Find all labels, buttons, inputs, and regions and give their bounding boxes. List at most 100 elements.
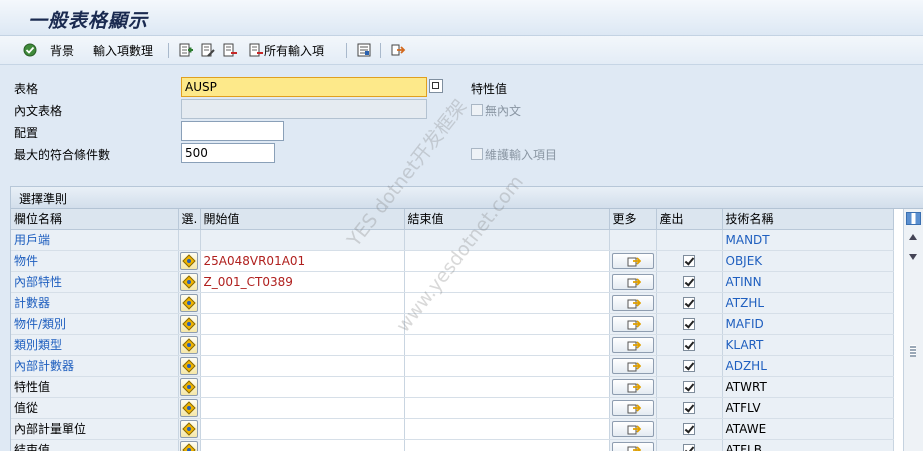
delete-entry-button[interactable] [222, 41, 238, 59]
from-value-input[interactable] [200, 397, 405, 419]
column-header-to[interactable]: 結束值 [404, 209, 610, 230]
print-list-button[interactable] [356, 41, 372, 59]
output-checkbox[interactable] [683, 297, 695, 309]
output-checkbox[interactable] [683, 255, 695, 267]
output-checkbox[interactable] [683, 276, 695, 288]
from-value-input[interactable] [200, 439, 405, 451]
table-input[interactable]: AUSP [181, 77, 427, 97]
scroll-down-icon[interactable] [909, 254, 917, 260]
column-header-output[interactable]: 產出 [656, 209, 723, 230]
from-value-input[interactable] [200, 355, 405, 377]
from-value-input[interactable]: Z_001_CT0389 [200, 271, 405, 293]
multiple-selection-button[interactable] [611, 336, 654, 353]
select-options-button[interactable] [180, 314, 198, 333]
select-options-icon [182, 295, 196, 310]
change-entry-button[interactable] [200, 41, 216, 59]
multiple-selection-button[interactable] [611, 441, 654, 451]
output-checkbox[interactable] [683, 423, 695, 435]
select-options-button[interactable] [180, 251, 198, 270]
output-checkbox[interactable] [683, 318, 695, 330]
output-checkbox[interactable] [683, 360, 695, 372]
execute-button[interactable] [22, 41, 38, 59]
column-header-tech-name[interactable]: 技術名稱 [722, 209, 894, 230]
vertical-scrollbar[interactable] [903, 209, 923, 451]
select-options-icon [182, 274, 196, 289]
row-output-cell [656, 355, 723, 377]
output-checkbox[interactable] [683, 339, 695, 351]
selection-criteria-panel: 選擇準則 欄位名稱 選. 開始值 結束值 更多 產出 技術名稱 用戶端 MANDT… [10, 186, 923, 451]
multiple-selection-button[interactable] [611, 357, 654, 374]
all-entries-button[interactable]: 所有輸入項 [248, 41, 324, 59]
row-output-cell [656, 397, 723, 419]
row-more-cell [609, 376, 657, 398]
column-header-field-name[interactable]: 欄位名稱 [11, 209, 179, 230]
from-value-input[interactable] [200, 292, 405, 314]
no-text-checkbox[interactable] [471, 104, 483, 116]
multiple-selection-icon [627, 445, 641, 451]
create-entry-button[interactable] [178, 41, 194, 59]
multiple-selection-button[interactable] [611, 315, 654, 332]
from-value-input[interactable] [200, 418, 405, 440]
number-of-entries-button[interactable]: 輸入項數理 [93, 41, 153, 59]
to-value-input[interactable] [404, 334, 610, 356]
to-value-input[interactable] [404, 271, 610, 293]
to-value-input[interactable] [404, 292, 610, 314]
to-value-input[interactable] [404, 355, 610, 377]
select-options-button[interactable] [180, 440, 198, 451]
select-options-button[interactable] [180, 398, 198, 417]
max-hits-input[interactable]: 500 [181, 143, 275, 163]
column-header-sel[interactable]: 選. [178, 209, 201, 230]
background-button[interactable]: 背景 [50, 41, 74, 59]
table-row: 物件 25A048VR01A01 OBJEK [11, 250, 894, 272]
search-help-button[interactable] [429, 79, 443, 93]
output-checkbox[interactable] [683, 444, 695, 451]
scroll-up-icon[interactable] [909, 234, 917, 240]
row-technical-name: ATINN [722, 271, 894, 293]
select-options-button[interactable] [180, 272, 198, 291]
exit-button[interactable] [390, 41, 406, 59]
table-row: 內部計數器 ADZHL [11, 355, 894, 377]
row-select-cell [178, 271, 201, 293]
to-value-input[interactable] [404, 397, 610, 419]
to-value-input[interactable] [404, 376, 610, 398]
column-header-from[interactable]: 開始值 [200, 209, 405, 230]
from-value-input[interactable]: 25A048VR01A01 [200, 250, 405, 272]
select-options-icon [182, 316, 196, 331]
select-options-button[interactable] [180, 293, 198, 312]
to-value-input[interactable] [404, 418, 610, 440]
select-options-button[interactable] [180, 356, 198, 375]
row-technical-name: ADZHL [722, 355, 894, 377]
select-options-button[interactable] [180, 335, 198, 354]
multiple-selection-button[interactable] [611, 252, 654, 269]
from-value-input[interactable] [200, 376, 405, 398]
multiple-selection-button[interactable] [611, 399, 654, 416]
to-value-input[interactable] [404, 250, 610, 272]
output-checkbox[interactable] [683, 381, 695, 393]
layout-input[interactable] [181, 121, 284, 141]
row-select-cell [178, 229, 201, 251]
multiple-selection-button[interactable] [611, 294, 654, 311]
select-options-button[interactable] [180, 377, 198, 396]
from-value-input[interactable] [200, 313, 405, 335]
row-output-cell [656, 439, 723, 451]
output-checkbox[interactable] [683, 402, 695, 414]
layout-settings-icon[interactable] [906, 212, 921, 225]
multiple-selection-button[interactable] [611, 378, 654, 395]
maintain-entries-label: 維護輸入項目 [485, 148, 558, 162]
row-technical-name: ATFLB [722, 439, 894, 451]
row-field-name: 計數器 [11, 292, 179, 314]
to-value-input[interactable] [404, 439, 610, 451]
column-header-more[interactable]: 更多 [609, 209, 657, 230]
select-options-icon [182, 421, 196, 436]
from-value-input[interactable] [200, 334, 405, 356]
no-text-label: 無內文 [485, 104, 522, 118]
multiple-selection-button[interactable] [611, 273, 654, 290]
multiple-selection-button[interactable] [611, 420, 654, 437]
maintain-entries-checkbox[interactable] [471, 148, 483, 160]
scrollbar-grip[interactable] [910, 345, 916, 357]
row-more-cell [609, 397, 657, 419]
to-value-input[interactable] [404, 313, 610, 335]
row-select-cell [178, 334, 201, 356]
multiple-selection-icon [627, 424, 641, 434]
select-options-button[interactable] [180, 419, 198, 438]
